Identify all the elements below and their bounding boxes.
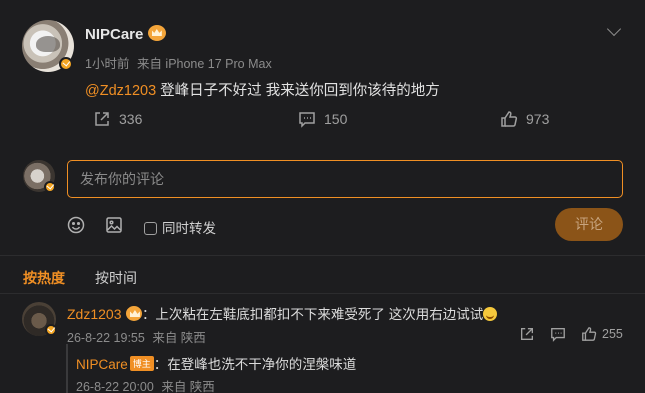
comment-icon: [299, 112, 315, 128]
divider: [0, 293, 645, 294]
comment-line: Zdz1203 ：上次粘在左鞋底扣都扣不下来难受死了 这次用右边试试: [67, 303, 498, 324]
verified-badge-icon: [59, 57, 73, 71]
share-icon: [95, 112, 109, 126]
share-count: 336: [119, 111, 143, 127]
crown-badge-icon: [125, 306, 142, 321]
tab-sort-time[interactable]: 按时间: [95, 268, 137, 288]
reply-line: NIPCare 博主 ：在登峰也洗不干净你的涅槃味道: [76, 353, 356, 374]
comment-date: 26-8-22 19:55: [67, 331, 145, 345]
comment-icon: [551, 328, 565, 342]
reply-author[interactable]: NIPCare: [76, 357, 128, 372]
reply-source: 来自 陕西: [161, 380, 215, 393]
comment-share-button[interactable]: [519, 326, 535, 347]
comment-like-button[interactable]: 255: [581, 326, 623, 342]
repost-checkbox[interactable]: [144, 222, 157, 235]
emoji-icon: [67, 216, 85, 234]
comment-input[interactable]: 发布你的评论: [67, 160, 623, 198]
post-time: 1小时前: [85, 57, 130, 71]
submit-comment-button[interactable]: 评论: [555, 208, 623, 241]
post-mention[interactable]: @Zdz1203: [85, 83, 156, 99]
tab-sort-hot[interactable]: 按热度: [23, 268, 65, 288]
comment-source: 来自 陕西: [152, 331, 206, 345]
reply-text: ：在登峰也洗不干净你的涅槃味道: [153, 357, 357, 372]
reply-thread-line: [66, 344, 68, 393]
author-name[interactable]: NIPCare: [85, 26, 143, 43]
image-icon: [106, 217, 122, 233]
image-button[interactable]: [105, 216, 123, 239]
comment-meta: 26-8-22 19:55 来自 陕西: [67, 327, 206, 346]
emoji-button[interactable]: [67, 216, 85, 239]
author-tag-badge: 博主: [129, 356, 154, 371]
comment-like-count: 255: [602, 327, 623, 341]
author-line: NIPCare: [85, 25, 166, 44]
comment-count: 150: [324, 111, 348, 127]
laughing-emoji-icon: [483, 307, 498, 321]
repost-toggle[interactable]: 同时转发: [144, 217, 216, 237]
share-button[interactable]: 336: [93, 110, 142, 128]
post-meta: 1小时前 来自 iPhone 17 Pro Max: [85, 53, 272, 72]
verified-badge-icon: [45, 324, 57, 336]
comment-reply-button[interactable]: [550, 326, 566, 347]
comment-button[interactable]: 150: [298, 110, 347, 128]
reply-meta: 26-8-22 20:00 来自 陕西: [76, 376, 215, 393]
comment-text: ：上次粘在左鞋底扣都扣不下来难受死了 这次用右边试试: [141, 307, 484, 322]
post-content: @Zdz1203 登峰日子不好过 我来送你回到你该待的地方: [85, 79, 440, 100]
divider: [0, 255, 645, 256]
reply-date: 26-8-22 20:00: [76, 380, 154, 393]
chevron-down-icon[interactable]: [606, 21, 622, 37]
crown-badge-icon: [147, 25, 166, 41]
verified-badge-icon: [44, 181, 56, 193]
post-text: 登峰日子不好过 我来送你回到你该待的地方: [156, 83, 440, 99]
repost-label: 同时转发: [162, 221, 216, 236]
comment-author[interactable]: Zdz1203: [67, 306, 121, 322]
thumbs-up-icon: [501, 111, 518, 127]
like-count: 973: [526, 111, 550, 127]
like-button[interactable]: 973: [500, 110, 549, 128]
thumbs-up-icon: [582, 327, 597, 341]
post-source: 来自 iPhone 17 Pro Max: [136, 57, 272, 71]
share-icon: [521, 328, 533, 340]
